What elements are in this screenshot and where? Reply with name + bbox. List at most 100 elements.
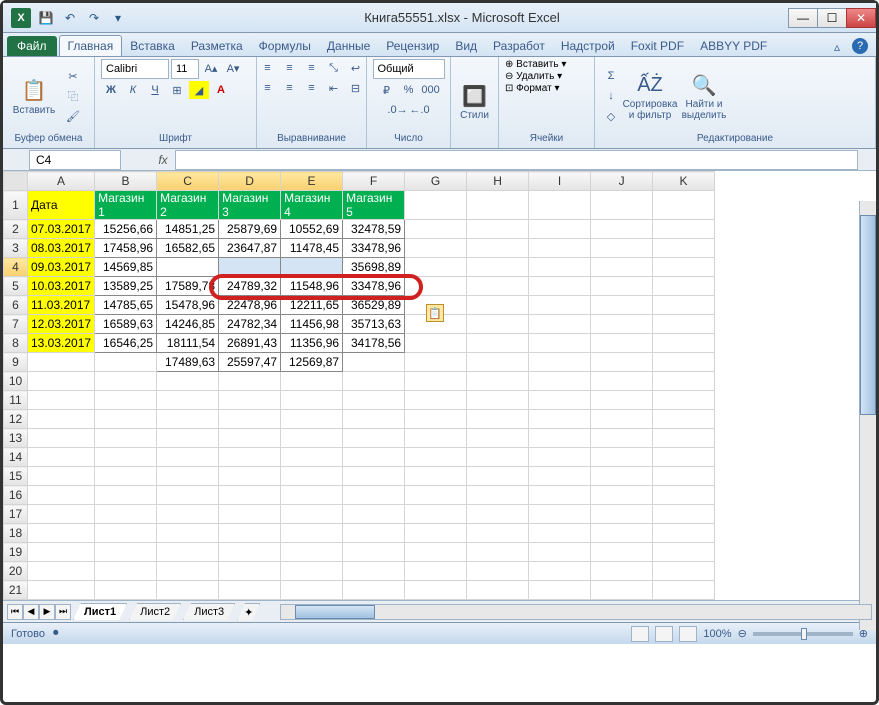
cell-B15[interactable] bbox=[95, 467, 157, 486]
row-header-5[interactable]: 5 bbox=[4, 277, 28, 296]
hscroll-thumb[interactable] bbox=[295, 605, 375, 619]
sheet-nav-last-icon[interactable]: ⏭ bbox=[55, 604, 71, 620]
cell-I7[interactable] bbox=[529, 315, 591, 334]
styles-button[interactable]: 🔲 Стили bbox=[457, 82, 492, 121]
cell-I6[interactable] bbox=[529, 296, 591, 315]
cell-J17[interactable] bbox=[591, 505, 653, 524]
cell-K6[interactable] bbox=[653, 296, 715, 315]
row-header-1[interactable]: 1 bbox=[4, 191, 28, 220]
row-header-2[interactable]: 2 bbox=[4, 220, 28, 239]
cell-J16[interactable] bbox=[591, 486, 653, 505]
cell-B6[interactable]: 14785,65 bbox=[95, 296, 157, 315]
cell-C15[interactable] bbox=[157, 467, 219, 486]
cell-E6[interactable]: 12211,65 bbox=[281, 296, 343, 315]
cell-D7[interactable]: 24782,34 bbox=[219, 315, 281, 334]
vscroll-thumb[interactable] bbox=[860, 215, 876, 415]
row-header-19[interactable]: 19 bbox=[4, 543, 28, 562]
tab-view[interactable]: Вид bbox=[447, 36, 485, 56]
redo-icon[interactable]: ↷ bbox=[85, 9, 103, 27]
orientation-icon[interactable]: ⤡ bbox=[324, 59, 344, 77]
cell-H20[interactable] bbox=[467, 562, 529, 581]
cell-C2[interactable]: 14851,25 bbox=[157, 220, 219, 239]
copy-icon[interactable]: ⿻ bbox=[63, 87, 83, 105]
row-header-16[interactable]: 16 bbox=[4, 486, 28, 505]
paste-options-icon[interactable]: 📋 bbox=[426, 304, 444, 322]
cell-H17[interactable] bbox=[467, 505, 529, 524]
cell-B12[interactable] bbox=[95, 410, 157, 429]
col-header-E[interactable]: E bbox=[281, 172, 343, 191]
cell-A16[interactable] bbox=[28, 486, 95, 505]
cell-D9[interactable]: 25597,47 bbox=[219, 353, 281, 372]
align-right-icon[interactable]: ≡ bbox=[302, 79, 322, 97]
cell-K20[interactable] bbox=[653, 562, 715, 581]
cell-A18[interactable] bbox=[28, 524, 95, 543]
row-header-10[interactable]: 10 bbox=[4, 372, 28, 391]
number-format-combo[interactable]: Общий bbox=[373, 59, 445, 79]
cell-G5[interactable] bbox=[405, 277, 467, 296]
cell-K8[interactable] bbox=[653, 334, 715, 353]
cell-H3[interactable] bbox=[467, 239, 529, 258]
minimize-button[interactable]: — bbox=[788, 8, 818, 28]
cell-B1[interactable]: Магазин 1 bbox=[95, 191, 157, 220]
cell-D5[interactable]: 24789,32 bbox=[219, 277, 281, 296]
cell-G8[interactable] bbox=[405, 334, 467, 353]
cell-G4[interactable] bbox=[405, 258, 467, 277]
row-header-11[interactable]: 11 bbox=[4, 391, 28, 410]
row-header-8[interactable]: 8 bbox=[4, 334, 28, 353]
font-color-icon[interactable]: A bbox=[211, 81, 231, 99]
cell-B13[interactable] bbox=[95, 429, 157, 448]
cell-K15[interactable] bbox=[653, 467, 715, 486]
cell-G1[interactable] bbox=[405, 191, 467, 220]
cell-G19[interactable] bbox=[405, 543, 467, 562]
row-header-14[interactable]: 14 bbox=[4, 448, 28, 467]
cell-J18[interactable] bbox=[591, 524, 653, 543]
row-header-21[interactable]: 21 bbox=[4, 581, 28, 600]
underline-icon[interactable]: Ч bbox=[145, 81, 165, 99]
italic-icon[interactable]: К bbox=[123, 81, 143, 99]
align-bottom-icon[interactable]: ≡ bbox=[302, 59, 322, 77]
cell-G18[interactable] bbox=[405, 524, 467, 543]
cell-A4[interactable]: 09.03.2017 bbox=[28, 258, 95, 277]
cell-K4[interactable] bbox=[653, 258, 715, 277]
row-header-3[interactable]: 3 bbox=[4, 239, 28, 258]
cell-B3[interactable]: 17458,96 bbox=[95, 239, 157, 258]
cell-E10[interactable] bbox=[281, 372, 343, 391]
tab-abbyy[interactable]: ABBYY PDF bbox=[692, 36, 775, 56]
cell-H10[interactable] bbox=[467, 372, 529, 391]
cell-F21[interactable] bbox=[343, 581, 405, 600]
cell-H15[interactable] bbox=[467, 467, 529, 486]
cell-H13[interactable] bbox=[467, 429, 529, 448]
select-all-corner[interactable] bbox=[4, 172, 28, 191]
sheet-tab-3[interactable]: Лист3 bbox=[183, 603, 235, 620]
cell-E13[interactable] bbox=[281, 429, 343, 448]
fx-icon[interactable]: fx bbox=[151, 153, 175, 167]
cell-C19[interactable] bbox=[157, 543, 219, 562]
cell-B4[interactable]: 14569,85 bbox=[95, 258, 157, 277]
cell-C13[interactable] bbox=[157, 429, 219, 448]
cell-K18[interactable] bbox=[653, 524, 715, 543]
cell-G9[interactable] bbox=[405, 353, 467, 372]
cell-J8[interactable] bbox=[591, 334, 653, 353]
increase-decimal-icon[interactable]: .0→ bbox=[388, 101, 408, 119]
cell-B9[interactable] bbox=[95, 353, 157, 372]
cell-H19[interactable] bbox=[467, 543, 529, 562]
cell-C1[interactable]: Магазин 2 bbox=[157, 191, 219, 220]
cell-K2[interactable] bbox=[653, 220, 715, 239]
cell-K3[interactable] bbox=[653, 239, 715, 258]
align-center-icon[interactable]: ≡ bbox=[280, 79, 300, 97]
cell-C20[interactable] bbox=[157, 562, 219, 581]
name-box[interactable]: C4 bbox=[29, 150, 121, 170]
grow-font-icon[interactable]: A▴ bbox=[201, 59, 221, 77]
cell-I20[interactable] bbox=[529, 562, 591, 581]
cell-K19[interactable] bbox=[653, 543, 715, 562]
zoom-out-icon[interactable]: ⊖ bbox=[738, 627, 747, 640]
cell-J20[interactable] bbox=[591, 562, 653, 581]
cell-F7[interactable]: 35713,63 bbox=[343, 315, 405, 334]
cell-F6[interactable]: 36529,89 bbox=[343, 296, 405, 315]
cell-B14[interactable] bbox=[95, 448, 157, 467]
cell-J12[interactable] bbox=[591, 410, 653, 429]
cell-J15[interactable] bbox=[591, 467, 653, 486]
cell-F3[interactable]: 33478,96 bbox=[343, 239, 405, 258]
col-header-F[interactable]: F bbox=[343, 172, 405, 191]
cell-I15[interactable] bbox=[529, 467, 591, 486]
